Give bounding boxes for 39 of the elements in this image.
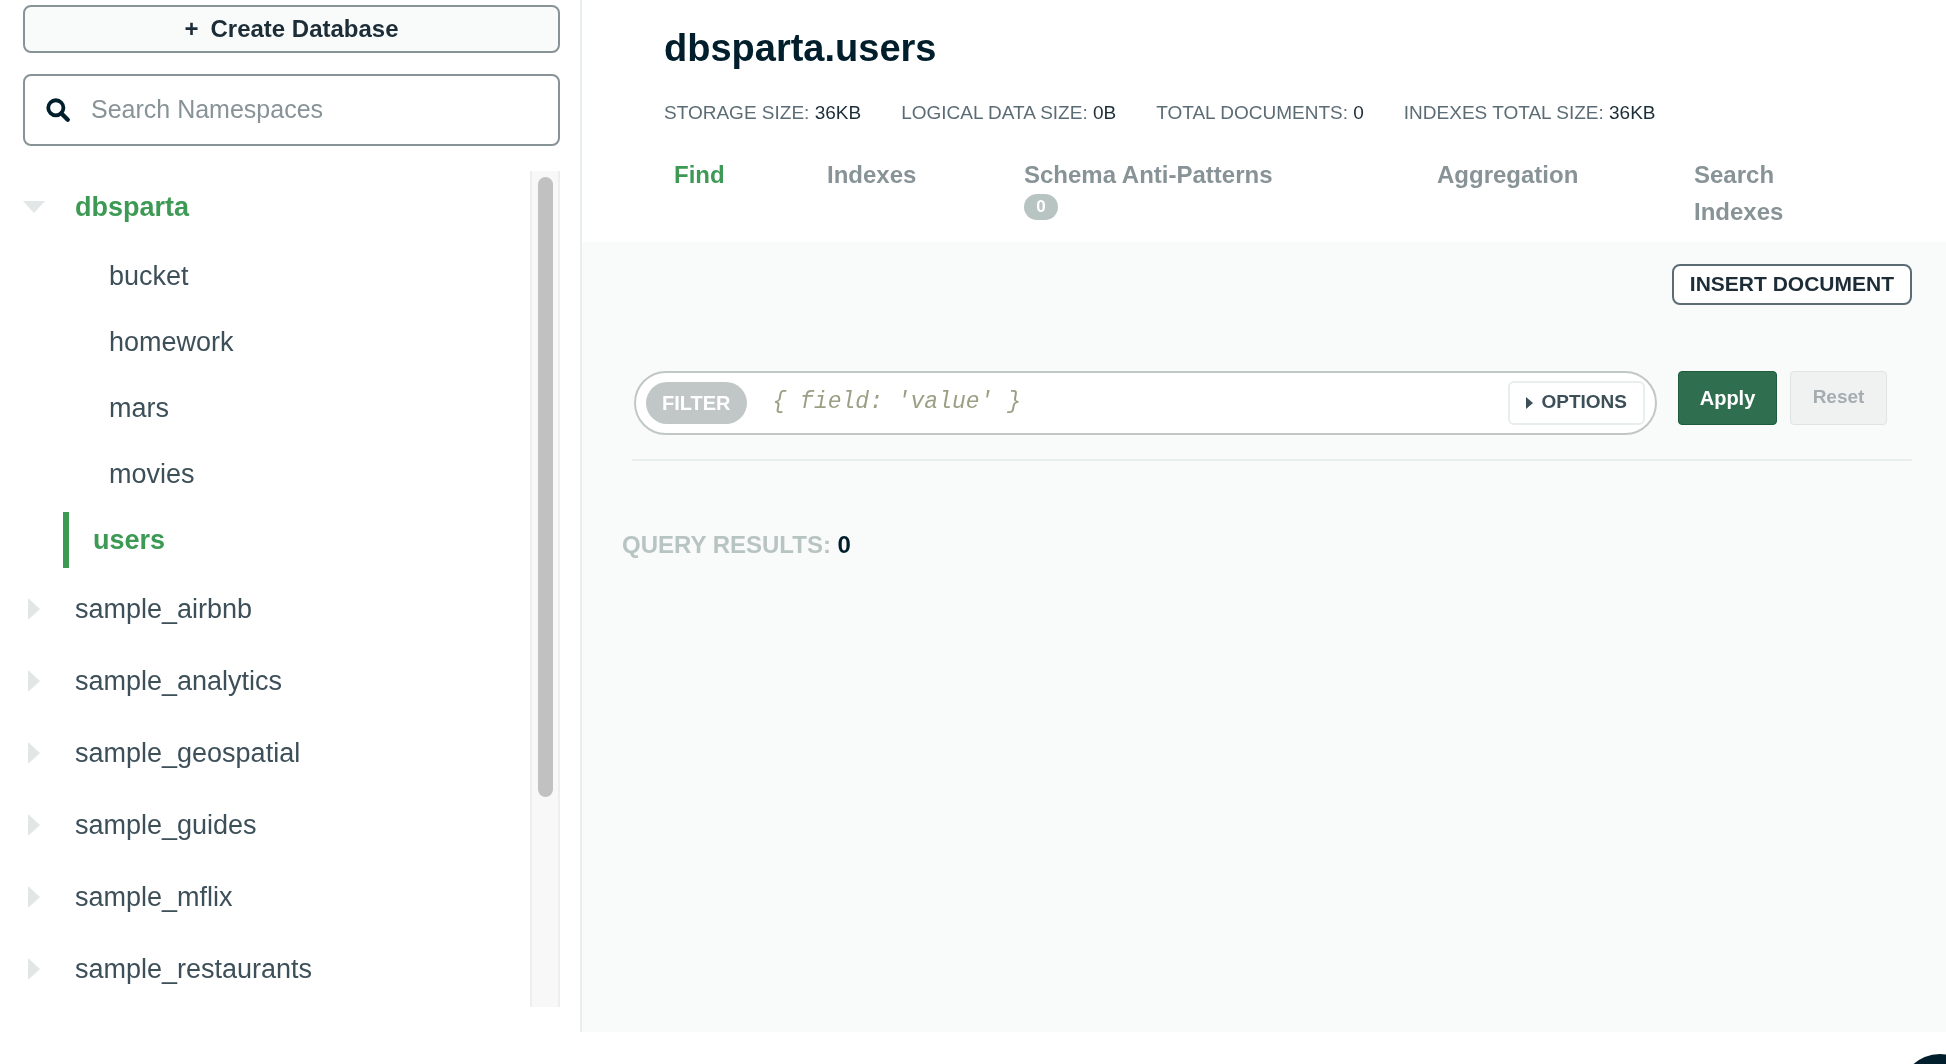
database-item[interactable]: sample_airbnb [75, 588, 253, 630]
tab[interactable]: Find [674, 155, 725, 193]
create-database-button[interactable]: + Create Database [23, 5, 560, 53]
search-input[interactable]: Search Namespaces [91, 91, 538, 129]
collection-item[interactable]: movies [63, 446, 195, 502]
scrollbar-thumb[interactable] [537, 177, 553, 797]
filter-input[interactable]: { field: 'value' } [772, 385, 1509, 420]
caret-right-icon[interactable] [28, 814, 40, 836]
collection-item[interactable]: users [63, 512, 166, 568]
caret-down-icon[interactable] [23, 201, 45, 213]
caret-right-icon[interactable] [28, 598, 40, 620]
apply-button[interactable]: Apply [1678, 370, 1777, 425]
database-item[interactable]: sample_geospatial [75, 732, 301, 774]
query-results-text: QUERY RESULTS: 0 [621, 529, 852, 560]
caret-right-icon [1526, 396, 1534, 409]
insert-document-button[interactable]: INSERT DOCUMENT [1671, 263, 1912, 305]
stat-text: TOTAL DOCUMENTS: 0 [1156, 101, 1364, 125]
search-icon [45, 97, 71, 123]
filter-field[interactable]: FILTER { field: 'value' } OPTIONS [634, 370, 1657, 435]
database-item[interactable]: sample_guides [75, 804, 257, 846]
database-item[interactable]: sample_mflix [75, 876, 233, 918]
caret-right-icon[interactable] [28, 670, 40, 692]
search-field[interactable]: Search Namespaces [23, 74, 560, 146]
caret-right-icon[interactable] [28, 886, 40, 908]
count-badge: 0 [1024, 193, 1058, 220]
stat-text: INDEXES TOTAL SIZE: 36KB [1403, 101, 1656, 125]
collection-item[interactable]: bucket [63, 248, 189, 304]
caret-right-icon[interactable] [28, 958, 40, 980]
filter-label: FILTER [646, 381, 747, 424]
stat-text: LOGICAL DATA SIZE: 0B [901, 101, 1117, 125]
database-item[interactable]: sample_analytics [75, 660, 283, 702]
collection-item[interactable]: mars [63, 380, 169, 436]
database-item[interactable]: sample_restaurants [75, 948, 313, 990]
collection-item[interactable]: homework [63, 314, 234, 370]
stat-text: STORAGE SIZE: 36KB [664, 101, 862, 125]
database-item[interactable]: dbsparta [75, 186, 190, 228]
options-button[interactable]: OPTIONS [1508, 380, 1645, 425]
collection-title: dbsparta.users [664, 26, 938, 71]
caret-right-icon[interactable] [28, 742, 40, 764]
